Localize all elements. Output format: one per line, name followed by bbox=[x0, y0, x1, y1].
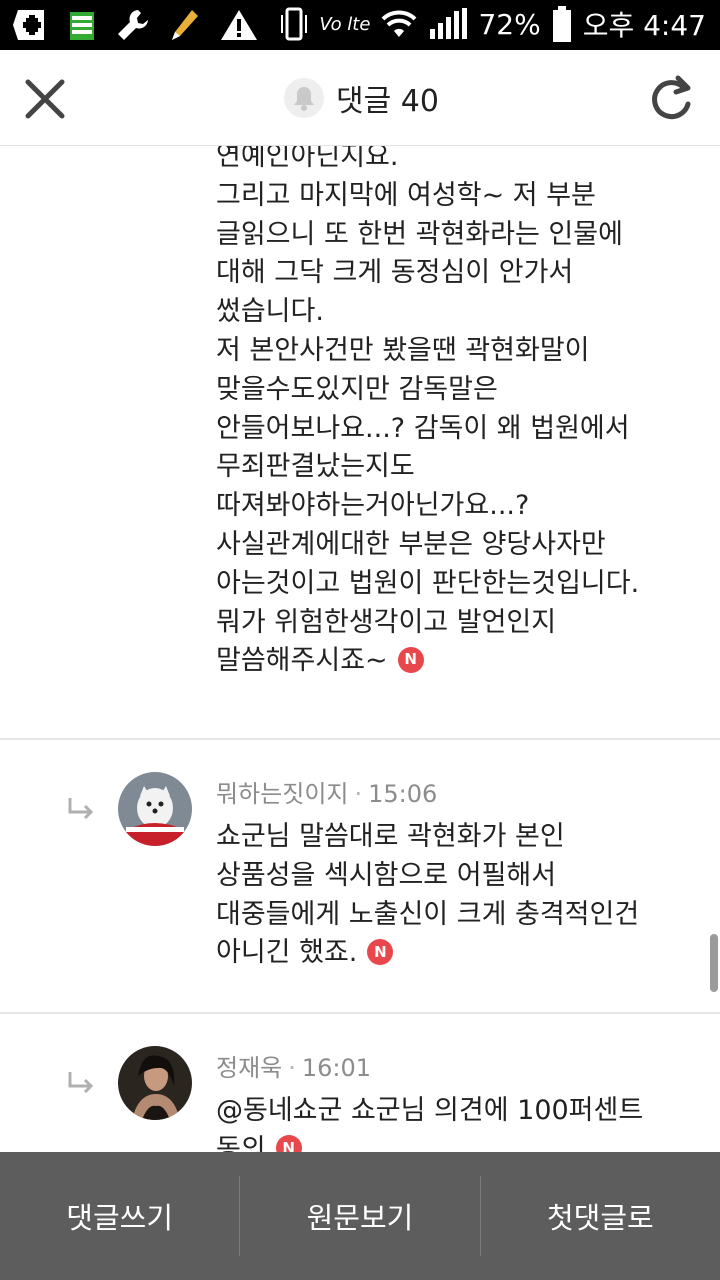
avatar[interactable] bbox=[118, 1046, 192, 1120]
plus-notification-icon bbox=[13, 10, 44, 40]
comment-line-text: 아니긴 했죠. bbox=[216, 937, 358, 969]
header-title-group: 댓글 40 bbox=[284, 76, 439, 120]
comment-time: 15:06 bbox=[368, 780, 438, 808]
comment-line: 그리고 마지막에 여성학~ 저 부분 bbox=[216, 179, 596, 211]
comment-line: 뭐가 위험한생각이고 발언인지 bbox=[216, 606, 557, 638]
vibrate-icon bbox=[281, 7, 308, 41]
comment-time: 16:01 bbox=[301, 1054, 372, 1082]
comments-header: 댓글 40 bbox=[0, 50, 720, 146]
comment-line: 따져봐야하는거아닌가요...? bbox=[216, 490, 530, 522]
reply-arrow-icon bbox=[68, 798, 94, 820]
new-badge: N bbox=[397, 646, 424, 673]
notification-icons bbox=[12, 8, 258, 42]
meta-separator: · bbox=[288, 1054, 296, 1082]
comment-line: 아니긴 했죠. N bbox=[216, 934, 686, 973]
comment-line: 맞을수도있지만 감독말은 bbox=[216, 373, 498, 405]
comment-line: 아는것이고 법원이 판단한는것입니다. bbox=[216, 567, 640, 599]
avatar[interactable] bbox=[118, 772, 192, 846]
comment-body: 연예인아닌지요. 그리고 마지막에 여성학~ 저 부분 글읽으니 또 한번 곽현… bbox=[216, 146, 686, 681]
reply-arrow-icon bbox=[68, 1072, 94, 1094]
battery-percent: 72% bbox=[478, 7, 541, 41]
comment-line: 안들어보나요...? 감독이 왜 법원에서 bbox=[216, 412, 630, 444]
comment-line: 사실관계에대한 부분은 양당사자만 bbox=[216, 528, 606, 560]
system-status-icons: Vo lte 72% 오후 4:47 bbox=[279, 4, 706, 44]
refresh-icon bbox=[652, 75, 691, 120]
comment-author[interactable]: 정재욱 bbox=[216, 1054, 282, 1082]
pencil-icon bbox=[172, 10, 198, 40]
refresh-button[interactable] bbox=[648, 72, 694, 122]
comment-body: @동네쇼군 쇼군님 의견에 100퍼센트 동의 N bbox=[216, 1092, 686, 1152]
close-icon bbox=[25, 79, 65, 119]
bell-icon bbox=[294, 87, 314, 111]
write-comment-button[interactable]: 댓글쓰기 bbox=[0, 1152, 239, 1280]
page-title: 댓글 40 bbox=[336, 84, 439, 119]
notification-toggle[interactable] bbox=[284, 78, 324, 118]
new-badge: N bbox=[275, 1135, 302, 1152]
scrollbar-thumb[interactable] bbox=[710, 934, 718, 992]
bottom-action-bar: 댓글쓰기 원문보기 첫댓글로 bbox=[0, 1152, 720, 1280]
comment-line: 동의 N bbox=[216, 1131, 686, 1152]
first-comment-button[interactable]: 첫댓글로 bbox=[481, 1152, 720, 1280]
comment-line: 저 본안사건만 봤을땐 곽현화말이 bbox=[216, 334, 590, 366]
comment-line: 글읽으니 또 한번 곽현화라는 인물에 bbox=[216, 218, 623, 250]
comment-line: @동네쇼군 쇼군님 의견에 100퍼센트 bbox=[216, 1095, 644, 1126]
comment-divider bbox=[0, 738, 720, 740]
comment-body: 쇼군님 말씀대로 곽현화가 본인 상품성을 섹시함으로 어필해서 대중들에게 노… bbox=[216, 818, 686, 973]
wrench-icon bbox=[118, 10, 148, 40]
comment-line: 대해 그닥 크게 동정심이 안가서 bbox=[216, 257, 574, 289]
view-original-button[interactable]: 원문보기 bbox=[240, 1152, 479, 1280]
comment-line: 상품성을 섹시함으로 어필해서 bbox=[216, 859, 557, 891]
comment-divider bbox=[0, 1012, 720, 1014]
comment-line: 말씀해주시죠~ N bbox=[216, 642, 686, 681]
status-bar: Vo lte 72% 오후 4:47 bbox=[0, 0, 720, 50]
comment-line: 연예인아닌지요. bbox=[216, 146, 399, 172]
warning-icon bbox=[221, 10, 257, 40]
comment-line: 썼습니다. bbox=[216, 296, 324, 328]
comment-meta: 정재욱 · 16:01 bbox=[216, 1048, 371, 1083]
comment-line-text: 말씀해주시죠~ bbox=[216, 645, 388, 677]
clock: 오후 4:47 bbox=[582, 9, 706, 42]
battery-saver-icon bbox=[70, 12, 94, 40]
comment-line: 쇼군님 말씀대로 곽현화가 본인 bbox=[216, 821, 565, 852]
signal-icon bbox=[430, 8, 468, 39]
comment-meta: 뭐하는짓이지 · 15:06 bbox=[216, 774, 437, 809]
dog-avatar-icon bbox=[118, 772, 192, 846]
battery-icon bbox=[552, 6, 571, 42]
wifi-icon bbox=[382, 10, 417, 37]
person-avatar-icon bbox=[118, 1046, 192, 1120]
volte-indicator: Vo lte bbox=[319, 13, 371, 35]
comment-list[interactable]: 연예인아닌지요. 그리고 마지막에 여성학~ 저 부분 글읽으니 또 한번 곽현… bbox=[0, 146, 720, 1152]
close-button[interactable] bbox=[22, 76, 68, 122]
comment-author[interactable]: 뭐하는짓이지 bbox=[216, 780, 348, 808]
new-badge: N bbox=[367, 938, 394, 965]
comment-line-text: 동의 bbox=[216, 1133, 266, 1152]
comment-line: 대중들에게 노출신이 크게 충격적인건 bbox=[216, 898, 640, 930]
meta-separator: · bbox=[354, 780, 363, 808]
comment-line: 무죄판결났는지도 bbox=[216, 451, 415, 483]
